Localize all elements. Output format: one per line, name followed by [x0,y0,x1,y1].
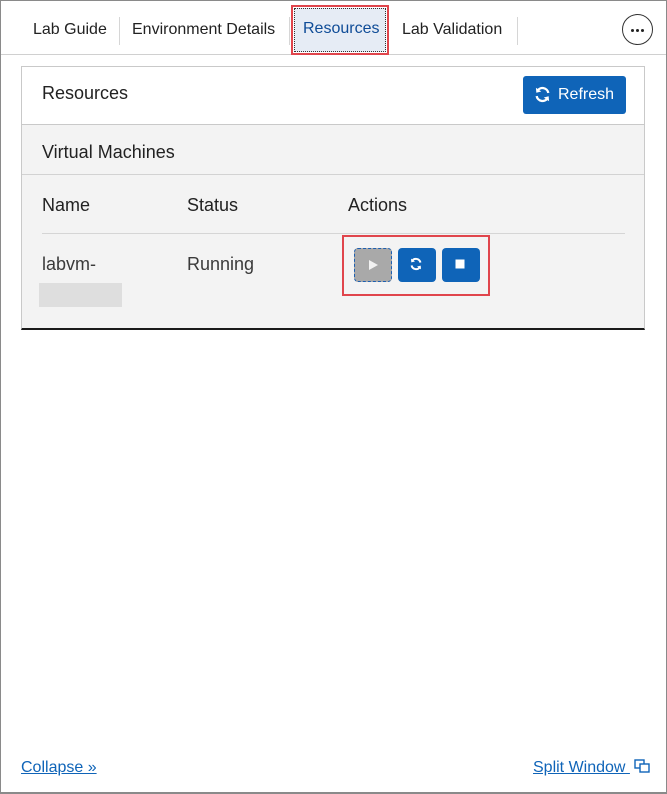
restart-icon [410,257,422,271]
tab-resources-label: Resources [303,20,380,37]
more-dot [636,29,639,32]
tab-resources[interactable]: Resources [291,5,389,55]
start-vm-button[interactable] [354,248,392,282]
tab-lab-validation[interactable]: Lab Validation [390,17,518,45]
refresh-icon [535,86,550,103]
table-divider [42,233,625,234]
vm-status: Running [187,254,255,274]
column-header-actions: Actions [348,195,408,215]
resources-panel: Resources Refresh Virtual Machines Name … [21,66,645,330]
restart-vm-button[interactable] [398,248,436,282]
tab-lab-guide[interactable]: Lab Guide [21,17,120,45]
split-window-label: Split Window [533,759,626,776]
refresh-button[interactable]: Refresh [523,76,626,114]
lab-panel-frame: Lab Guide Environment Details Resources … [0,0,667,794]
split-window-link[interactable]: Split Window [533,759,650,777]
panel-title: Resources [42,83,129,103]
more-options-button[interactable] [622,14,653,45]
split-window-icon [634,759,650,773]
virtual-machines-header: Virtual Machines [22,126,644,175]
redacted-vm-suffix [39,283,122,307]
more-horizontal-icon [631,29,634,32]
vm-name: labvm- [42,254,97,274]
collapse-link[interactable]: Collapse » [21,759,97,777]
section-title: Virtual Machines [42,142,175,162]
tab-bar: Lab Guide Environment Details Resources … [1,1,666,55]
more-dot [641,29,644,32]
stop-vm-button[interactable] [442,248,480,282]
tab-environment-details[interactable]: Environment Details [120,17,290,45]
stop-icon [455,259,465,269]
column-header-name: Name [42,195,91,215]
play-icon [369,260,378,270]
refresh-label: Refresh [558,86,615,103]
column-header-status: Status [187,195,239,215]
resources-header: Resources Refresh [22,67,644,125]
